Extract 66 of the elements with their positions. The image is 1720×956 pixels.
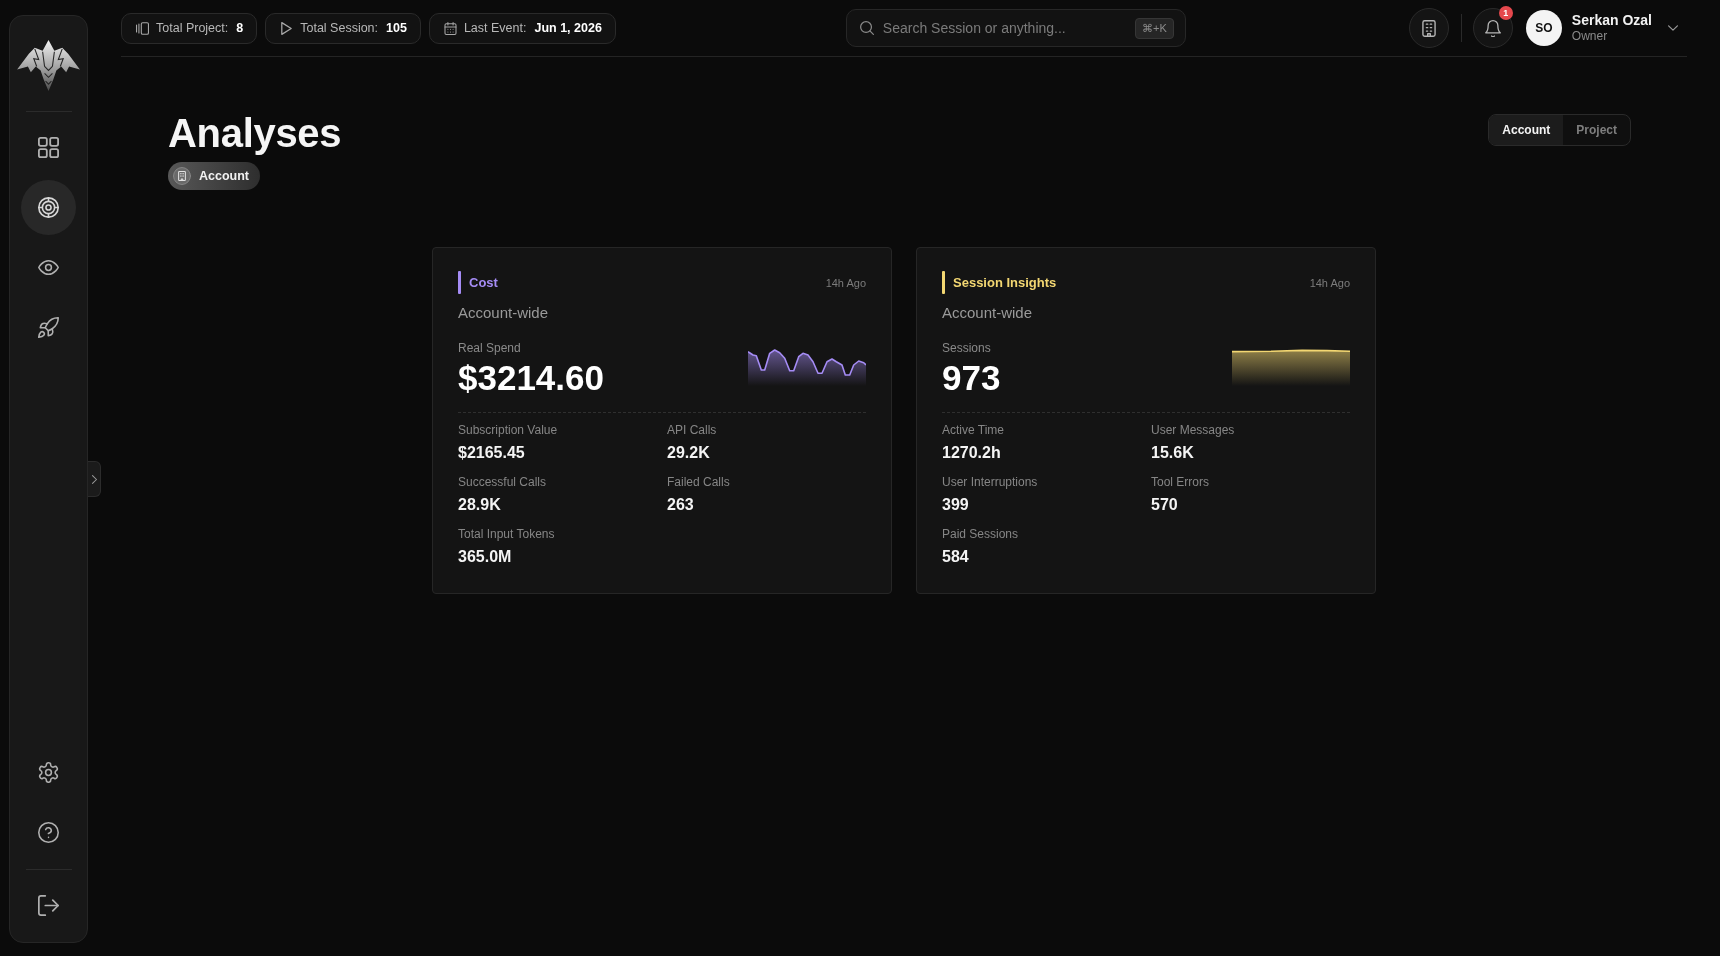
sidebar-toggle-button[interactable]: [88, 461, 101, 497]
metric-value: 365.0M: [458, 547, 513, 567]
metric-label: User Interruptions: [942, 474, 1039, 490]
updated-time: 14h Ago: [825, 276, 866, 289]
metric-label: Failed Calls: [667, 474, 731, 490]
bell-icon: [1484, 19, 1501, 37]
panel-icon: [136, 21, 149, 35]
metric-label: User Messages: [1151, 422, 1236, 438]
settings-icon: [38, 762, 59, 783]
user-name: Serkan Ozal: [1571, 12, 1652, 29]
stat-label: Total Session:: [300, 21, 379, 35]
headline-value: 973: [942, 358, 1001, 398]
play-icon: [280, 21, 294, 35]
stat-label: Total Project:: [156, 21, 229, 35]
page-title: Analyses: [168, 110, 342, 156]
stat-label: Last Event:: [463, 21, 527, 35]
headline-label: Real Spend: [458, 340, 522, 356]
metric-value: 263: [667, 495, 695, 515]
rocket-icon: [38, 317, 59, 338]
chevron-right-icon: [91, 474, 97, 484]
organization-button[interactable]: [1408, 8, 1449, 48]
grid-icon: [38, 137, 59, 158]
search-icon: [859, 21, 874, 35]
metric-value: 15.6K: [1151, 443, 1195, 463]
user-role: Owner: [1571, 29, 1609, 44]
stat-value: 8: [236, 21, 244, 35]
building-icon: [1420, 19, 1437, 37]
scope-label: Account: [199, 169, 249, 183]
eye-icon: [38, 257, 59, 278]
card-subtitle: Account-wide: [942, 303, 1034, 323]
headline-value: $3214.60: [458, 358, 604, 398]
shortcut-hint: ⌘+K: [1135, 17, 1174, 39]
metric-value: 399: [942, 495, 970, 515]
avatar: SO: [1525, 10, 1562, 46]
chevron-down-icon: [1668, 25, 1678, 31]
metric-label: Total Input Tokens: [458, 526, 556, 542]
metric-value: 570: [1151, 495, 1179, 515]
target-icon: [38, 197, 59, 218]
metric-value: 29.2K: [667, 443, 711, 463]
metric-label: Paid Sessions: [942, 526, 1020, 542]
search-input[interactable]: Search Session or anything...: [882, 18, 1127, 38]
metric-value: 28.9K: [458, 495, 502, 515]
notifications-button[interactable]: [1472, 8, 1513, 48]
card-title: Cost: [469, 275, 498, 290]
metric-label: Subscription Value: [458, 422, 559, 438]
card-title: Session Insights: [953, 275, 1057, 290]
updated-time: 14h Ago: [1309, 276, 1350, 289]
metric-label: Active Time: [942, 422, 1005, 438]
logout-icon: [38, 895, 59, 916]
stat-value: Jun 1, 2026: [534, 21, 602, 35]
stat-value: 105: [386, 21, 407, 35]
search-field[interactable]: Search Session or anything... ⌘+K: [845, 9, 1186, 47]
segment-button[interactable]: Account: [1489, 115, 1564, 145]
segment-button[interactable]: Project: [1563, 115, 1630, 145]
metric-label: Successful Calls: [458, 474, 548, 490]
metric-label: Tool Errors: [1151, 474, 1210, 490]
card-subtitle: Account-wide: [458, 303, 550, 323]
calendar-icon: [443, 21, 457, 35]
metric-label: API Calls: [667, 422, 718, 438]
building-icon: [173, 167, 191, 185]
logo: [17, 40, 80, 91]
metric-value: $2165.45: [458, 443, 526, 463]
help-icon: [38, 822, 59, 843]
metric-value: 584: [942, 547, 970, 567]
headline-label: Sessions: [942, 340, 992, 356]
metric-value: 1270.2h: [942, 443, 1002, 463]
